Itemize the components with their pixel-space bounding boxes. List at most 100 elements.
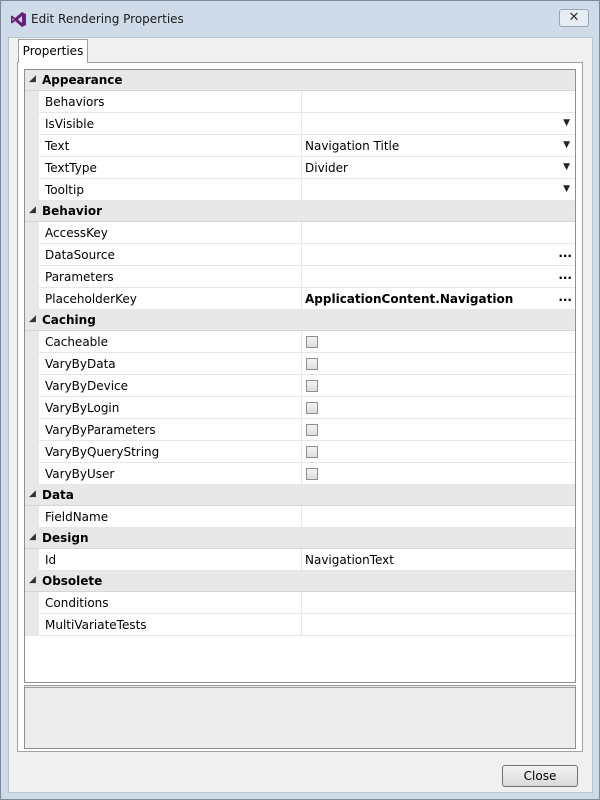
property-checkbox[interactable] (306, 468, 318, 480)
collapse-icon[interactable]: ◢ (29, 532, 36, 542)
category-label: Design (42, 531, 89, 545)
category-behavior[interactable]: ◢ Behavior (25, 201, 575, 222)
collapse-icon[interactable]: ◢ (29, 489, 36, 499)
property-row-text[interactable]: Text Navigation Title ▼ (25, 135, 575, 157)
column-divider[interactable] (301, 463, 302, 485)
row-gutter (25, 135, 39, 157)
column-divider[interactable] (301, 244, 302, 266)
column-divider[interactable] (301, 397, 302, 419)
category-design[interactable]: ◢ Design (25, 528, 575, 549)
column-divider[interactable] (301, 592, 302, 614)
property-name: VaryByLogin (45, 401, 120, 415)
property-name: Id (45, 553, 57, 567)
property-row-conditions[interactable]: Conditions (25, 592, 575, 614)
column-divider[interactable] (301, 331, 302, 353)
column-divider[interactable] (301, 506, 302, 528)
property-row-text-type[interactable]: TextType Divider ▼ (25, 157, 575, 179)
property-checkbox[interactable] (306, 336, 318, 348)
column-divider[interactable] (301, 91, 302, 113)
category-data[interactable]: ◢ Data (25, 485, 575, 506)
column-divider[interactable] (301, 288, 302, 310)
row-gutter (25, 244, 39, 266)
column-divider[interactable] (301, 375, 302, 397)
column-divider[interactable] (301, 113, 302, 135)
dropdown-arrow-icon[interactable]: ▼ (563, 140, 570, 150)
ellipsis-button[interactable]: ... (558, 268, 572, 282)
property-row-access-key[interactable]: AccessKey (25, 222, 575, 244)
category-label: Caching (42, 313, 96, 327)
category-caching[interactable]: ◢ Caching (25, 310, 575, 331)
tab-properties[interactable]: Properties (18, 39, 88, 63)
column-divider[interactable] (301, 419, 302, 441)
ellipsis-button[interactable]: ... (558, 290, 572, 304)
category-appearance[interactable]: ◢ Appearance (25, 70, 575, 91)
tab-panel: ◢ Appearance Behaviors IsVisible ▼ Text Naviga… (17, 62, 583, 752)
window-close-button[interactable]: ✕ (559, 9, 589, 27)
property-row-tooltip[interactable]: Tooltip ▼ (25, 179, 575, 201)
row-gutter (25, 113, 39, 135)
property-name: Tooltip (45, 183, 84, 197)
property-row-vary-by-device[interactable]: VaryByDevice (25, 375, 575, 397)
collapse-icon[interactable]: ◢ (29, 575, 36, 585)
row-gutter (25, 353, 39, 375)
property-row-vary-by-data[interactable]: VaryByData (25, 353, 575, 375)
row-gutter (25, 397, 39, 419)
property-value[interactable]: ApplicationContent.Navigation (305, 292, 513, 306)
property-name: FieldName (45, 510, 109, 524)
property-row-id[interactable]: Id NavigationText (25, 549, 575, 571)
column-divider[interactable] (301, 441, 302, 463)
property-row-parameters[interactable]: Parameters... (25, 266, 575, 288)
dropdown-arrow-icon[interactable]: ▼ (563, 162, 570, 172)
property-row-behaviors[interactable]: Behaviors (25, 91, 575, 113)
property-row-vary-by-login[interactable]: VaryByLogin (25, 397, 575, 419)
property-row-vary-by-user[interactable]: VaryByUser (25, 463, 575, 485)
property-grid: ◢ Appearance Behaviors IsVisible ▼ Text Naviga… (24, 69, 576, 683)
column-divider[interactable] (301, 353, 302, 375)
property-row-field-name[interactable]: FieldName (25, 506, 575, 528)
row-gutter (25, 266, 39, 288)
property-row-cacheable[interactable]: Cacheable (25, 331, 575, 353)
property-row-is-visible[interactable]: IsVisible ▼ (25, 113, 575, 135)
property-name: Text (45, 139, 70, 153)
property-checkbox[interactable] (306, 380, 318, 392)
dropdown-arrow-icon[interactable]: ▼ (563, 184, 570, 194)
property-value[interactable]: Divider (305, 161, 348, 175)
property-name: AccessKey (45, 226, 108, 240)
category-obsolete[interactable]: ◢ Obsolete (25, 571, 575, 592)
property-name: PlaceholderKey (45, 292, 137, 306)
property-value[interactable]: Navigation Title (305, 139, 399, 153)
property-checkbox[interactable] (306, 402, 318, 414)
collapse-icon[interactable]: ◢ (29, 74, 36, 84)
property-name: Conditions (45, 596, 109, 610)
property-checkbox[interactable] (306, 424, 318, 436)
collapse-icon[interactable]: ◢ (29, 314, 36, 324)
close-icon: ✕ (568, 10, 580, 25)
property-row-vary-by-query-string[interactable]: VaryByQueryString (25, 441, 575, 463)
column-divider[interactable] (301, 222, 302, 244)
column-divider[interactable] (301, 549, 302, 571)
property-row-data-source[interactable]: DataSource... (25, 244, 575, 266)
property-row-multi-variate-tests[interactable]: MultiVariateTests (25, 614, 575, 636)
row-gutter (25, 506, 39, 528)
property-row-placeholder-key[interactable]: PlaceholderKey ApplicationContent.Navigat… (25, 288, 575, 310)
property-name: DataSource (45, 248, 115, 262)
property-name: TextType (45, 161, 97, 175)
dropdown-arrow-icon[interactable]: ▼ (563, 118, 570, 128)
property-row-vary-by-parameters[interactable]: VaryByParameters (25, 419, 575, 441)
property-checkbox[interactable] (306, 446, 318, 458)
close-button[interactable]: Close (502, 765, 578, 787)
column-divider[interactable] (301, 157, 302, 179)
row-gutter (25, 288, 39, 310)
column-divider[interactable] (301, 266, 302, 288)
column-divider[interactable] (301, 135, 302, 157)
property-checkbox[interactable] (306, 358, 318, 370)
property-value[interactable]: NavigationText (305, 553, 394, 567)
column-divider[interactable] (301, 614, 302, 636)
title-bar[interactable]: Edit Rendering Properties ✕ (1, 1, 599, 37)
column-divider[interactable] (301, 179, 302, 201)
collapse-icon[interactable]: ◢ (29, 205, 36, 215)
row-gutter (25, 375, 39, 397)
property-name: IsVisible (45, 117, 94, 131)
category-label: Appearance (42, 73, 123, 87)
ellipsis-button[interactable]: ... (558, 246, 572, 260)
